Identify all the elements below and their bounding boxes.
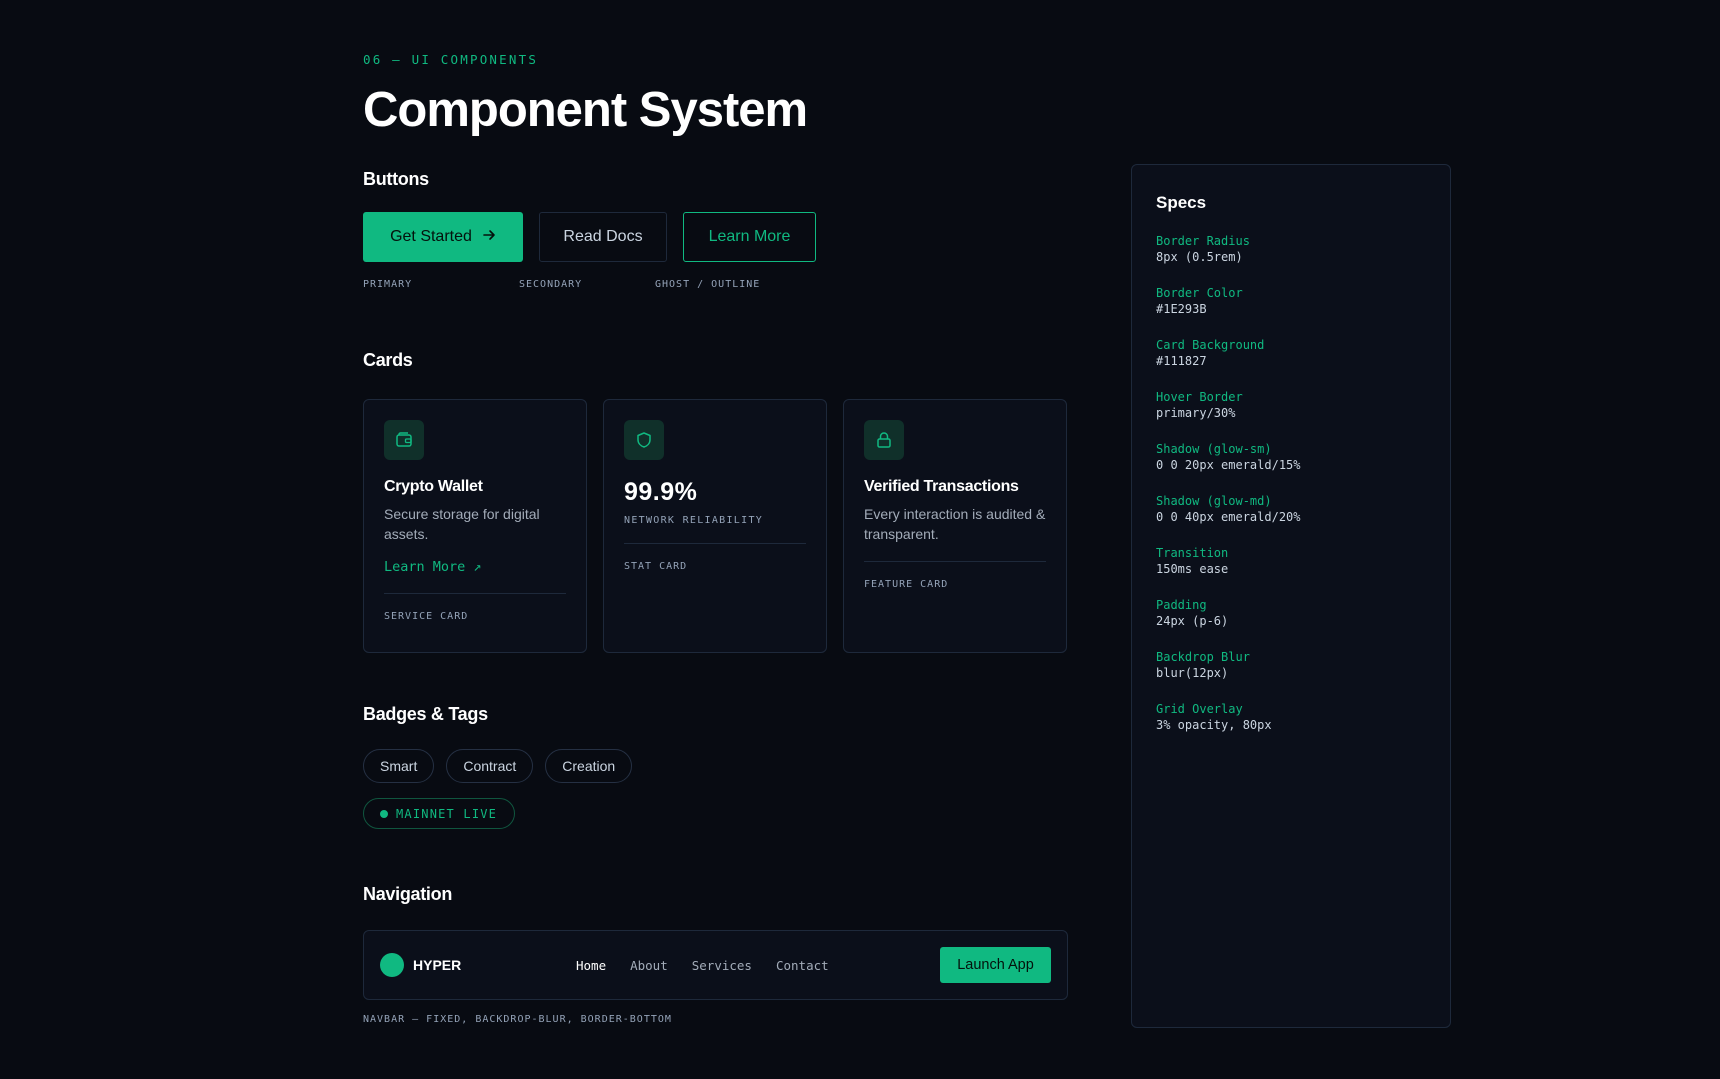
status-badge-label: MAINNET LIVE	[396, 806, 498, 821]
cards-section-title: Cards	[363, 350, 413, 370]
spec-list: Border Radius 8px (0.5rem) Border Color #1…	[1156, 233, 1426, 753]
spec-item: Card Background #111827	[1156, 337, 1426, 389]
tag-creation[interactable]: Creation	[545, 749, 633, 783]
button-row: Get Started Read Docs Learn More	[363, 212, 816, 262]
specs-panel: Specs Border Radius 8px (0.5rem) Border C…	[1131, 164, 1451, 1028]
tag-contract[interactable]: Contract	[446, 749, 534, 783]
feature-card-caption: FEATURE CARD	[864, 579, 949, 590]
spec-item: Shadow (glow-sm) 0 0 20px emerald/15%	[1156, 441, 1426, 493]
feature-card-title: Verified Transactions	[864, 478, 1019, 495]
nav-link-contact[interactable]: Contact	[776, 958, 829, 973]
badges-section: Badges & Tags Smart Contract Creation MA…	[363, 704, 633, 829]
spec-key: Padding	[1156, 598, 1207, 612]
lock-icon	[864, 420, 904, 460]
brand-name[interactable]: HYPER	[413, 957, 461, 973]
card-divider	[624, 543, 806, 544]
spec-item: Backdrop Blur blur(12px)	[1156, 649, 1426, 701]
card-row: Crypto Wallet Secure storage for digital…	[363, 399, 1068, 653]
page-title: Component System	[363, 83, 808, 137]
service-card[interactable]: Crypto Wallet Secure storage for digital…	[363, 399, 587, 653]
feature-card-description: Every interaction is audited & transpare…	[864, 506, 1046, 542]
spec-key: Transition	[1156, 546, 1229, 560]
spec-value: 24px (p-6)	[1156, 614, 1229, 628]
section-eyebrow: 06 — UI COMPONENTS	[363, 52, 539, 67]
launch-app-button[interactable]: Launch App	[940, 947, 1051, 983]
spec-value: 3% opacity, 80px	[1156, 718, 1272, 732]
spec-key: Border Radius	[1156, 234, 1250, 248]
main-content: 06 — UI COMPONENTS Component System Butt…	[363, 52, 1068, 1025]
status-badge: MAINNET LIVE	[363, 798, 515, 829]
logo-icon[interactable]	[380, 953, 404, 977]
navbar-caption: NAVBAR — FIXED, BACKDROP-BLUR, BORDER-BO…	[363, 1014, 672, 1025]
spec-item: Padding 24px (p-6)	[1156, 597, 1426, 649]
spec-key: Backdrop Blur	[1156, 650, 1250, 664]
nav-link-home[interactable]: Home	[576, 958, 606, 973]
service-card-link[interactable]: Learn More ↗	[384, 559, 482, 575]
service-card-title: Crypto Wallet	[384, 478, 483, 495]
specs-title: Specs	[1156, 193, 1207, 212]
ghost-caption: GHOST / OUTLINE	[655, 279, 761, 290]
spec-value: #1E293B	[1156, 302, 1207, 316]
spec-value: primary/30%	[1156, 406, 1236, 420]
card-divider	[384, 593, 566, 594]
status-dot-icon	[380, 809, 388, 818]
spec-item: Border Color #1E293B	[1156, 285, 1426, 337]
tag-smart[interactable]: Smart	[363, 749, 435, 783]
nav-link-about[interactable]: About	[630, 958, 668, 973]
get-started-button[interactable]: Get Started	[363, 212, 523, 262]
nav-links: Home About Services Contact	[576, 958, 829, 973]
feature-card[interactable]: Verified Transactions Every interaction …	[843, 399, 1067, 653]
service-card-caption: SERVICE CARD	[384, 611, 469, 622]
spec-value: 150ms ease	[1156, 562, 1229, 576]
spec-value: blur(12px)	[1156, 666, 1229, 680]
wallet-icon	[384, 420, 424, 460]
spec-key: Border Color	[1156, 286, 1243, 300]
stat-card[interactable]: 99.9% NETWORK RELIABILITY STAT CARD	[603, 399, 827, 653]
spec-key: Shadow (glow-md)	[1156, 494, 1272, 508]
spec-key: Shadow (glow-sm)	[1156, 442, 1272, 456]
spec-key: Grid Overlay	[1156, 702, 1243, 716]
navbar-preview: HYPER Home About Services Contact Launch…	[363, 930, 1068, 1000]
badges-section-title: Badges & Tags	[363, 704, 488, 724]
arrow-right-icon	[482, 228, 496, 246]
spec-value: 0 0 40px emerald/20%	[1156, 510, 1301, 524]
tag-row: Smart Contract Creation	[363, 749, 633, 783]
spec-value: 8px (0.5rem)	[1156, 250, 1243, 264]
spec-item: Border Radius 8px (0.5rem)	[1156, 233, 1426, 285]
button-captions: PRIMARY SECONDARY GHOST / OUTLINE	[363, 279, 816, 293]
spec-item: Grid Overlay 3% opacity, 80px	[1156, 701, 1426, 753]
buttons-section-title: Buttons	[363, 169, 429, 189]
secondary-caption: SECONDARY	[519, 279, 583, 290]
learn-more-button[interactable]: Learn More	[683, 212, 816, 262]
navigation-section: Navigation HYPER Home About Services Con…	[363, 884, 1068, 1025]
stat-value: 99.9%	[624, 478, 698, 506]
cards-section: Cards Crypto Wallet Secure storage for d…	[363, 350, 1068, 653]
spec-item: Hover Border primary/30%	[1156, 389, 1426, 441]
spec-item: Transition 150ms ease	[1156, 545, 1426, 597]
get-started-label: Get Started	[390, 228, 472, 245]
service-card-description: Secure storage for digital assets.	[384, 506, 540, 542]
stat-label: NETWORK RELIABILITY	[624, 515, 764, 526]
spec-key: Hover Border	[1156, 390, 1243, 404]
primary-caption: PRIMARY	[363, 279, 413, 290]
spec-value: 0 0 20px emerald/15%	[1156, 458, 1301, 472]
spec-value: #111827	[1156, 354, 1207, 368]
shield-icon	[624, 420, 664, 460]
stat-card-caption: STAT CARD	[624, 561, 688, 572]
nav-link-services[interactable]: Services	[692, 958, 752, 973]
spec-key: Card Background	[1156, 338, 1265, 352]
buttons-section: Buttons Get Started Read Docs Learn More…	[363, 169, 816, 293]
card-divider	[864, 561, 1046, 562]
read-docs-button[interactable]: Read Docs	[539, 212, 667, 262]
navigation-section-title: Navigation	[363, 884, 453, 904]
spec-item: Shadow (glow-md) 0 0 40px emerald/20%	[1156, 493, 1426, 545]
